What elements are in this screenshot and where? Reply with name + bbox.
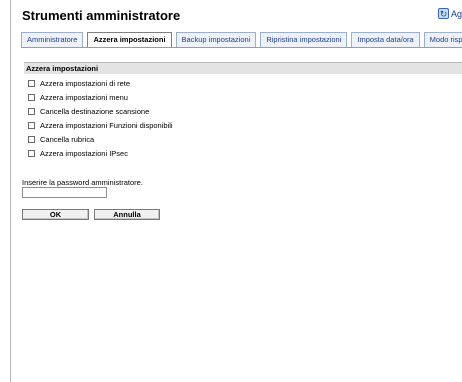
password-field[interactable] <box>22 187 107 198</box>
cancel-button[interactable]: Annulla <box>94 209 160 220</box>
section-header: Azzera impostazioni <box>24 62 462 74</box>
option-reset-menu[interactable]: Azzera impostazioni menu <box>24 91 462 104</box>
option-label: Azzera impostazioni IPsec <box>40 149 128 158</box>
checkbox[interactable] <box>28 136 35 143</box>
refresh-button[interactable]: ↻ Ag <box>438 8 462 19</box>
password-label: Inserire la password amministratore. <box>22 178 143 187</box>
checkbox[interactable] <box>28 94 35 101</box>
tab-bar: Amministratore Azzera impostazioni Backu… <box>21 32 462 48</box>
tab-backup-settings[interactable]: Backup impostazioni <box>175 32 257 47</box>
checkbox[interactable] <box>28 80 35 87</box>
option-reset-ipsec[interactable]: Azzera impostazioni IPsec <box>24 147 462 160</box>
option-label: Azzera impostazioni menu <box>40 93 128 102</box>
checkbox[interactable] <box>28 122 35 129</box>
refresh-icon: ↻ <box>438 8 449 19</box>
option-label: Azzera impostazioni Funzioni disponibili <box>40 121 173 130</box>
option-label: Azzera impostazioni di rete <box>40 79 131 88</box>
option-label: Cancella rubrica <box>40 135 95 144</box>
tab-restore-settings[interactable]: Ripristina impostazioni <box>260 32 348 47</box>
tab-energy-saver[interactable]: Modo risparmio ene <box>423 32 462 47</box>
page-title: Strumenti amministratore <box>22 8 181 23</box>
option-clear-address-book[interactable]: Cancella rubrica <box>24 133 462 146</box>
tab-date-time[interactable]: Imposta data/ora <box>351 32 420 47</box>
option-clear-scan-destination[interactable]: Cancella destinazione scansione <box>24 105 462 118</box>
reset-settings-section: Azzera impostazioni Azzera impostazioni … <box>24 62 462 160</box>
tab-reset-settings[interactable]: Azzera impostazioni <box>87 32 172 48</box>
tab-divider <box>21 47 462 48</box>
option-reset-network[interactable]: Azzera impostazioni di rete <box>24 77 462 90</box>
option-label: Cancella destinazione scansione <box>40 107 150 116</box>
option-reset-available-functions[interactable]: Azzera impostazioni Funzioni disponibili <box>24 119 462 132</box>
tab-administrator[interactable]: Amministratore <box>21 32 84 47</box>
checkbox[interactable] <box>28 150 35 157</box>
checkbox[interactable] <box>28 108 35 115</box>
refresh-label: Ag <box>451 8 462 19</box>
ok-button[interactable]: OK <box>22 209 89 220</box>
